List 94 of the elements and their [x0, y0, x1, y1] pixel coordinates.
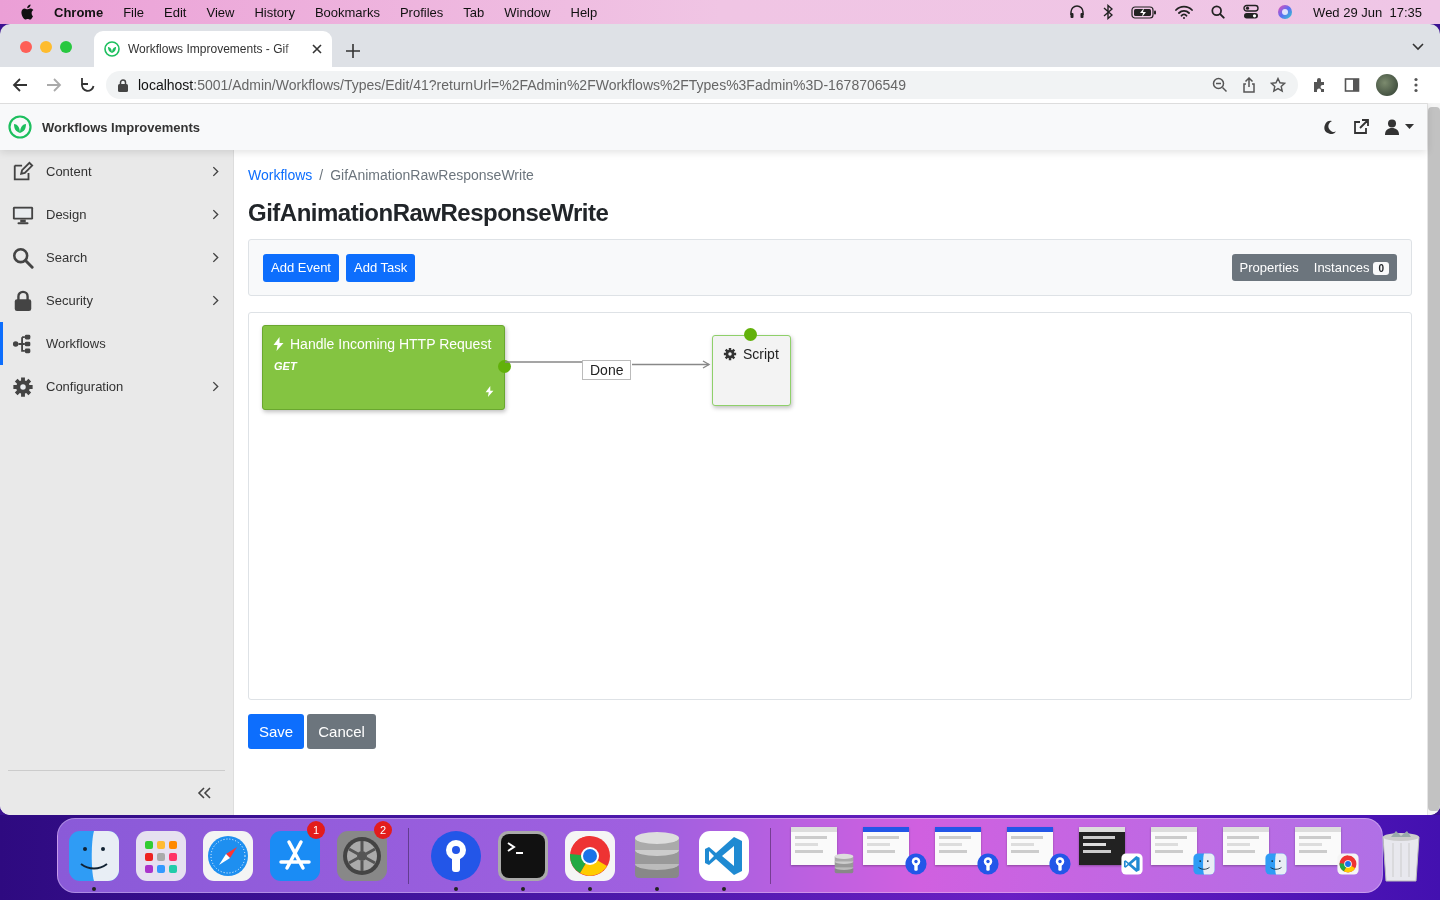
sidebar-item[interactable]: Configuration	[0, 365, 233, 408]
back-arrow-icon[interactable]	[12, 77, 28, 93]
menu-item[interactable]: File	[113, 4, 155, 20]
sidebar-item[interactable]: Content	[0, 150, 233, 193]
notification-badge: 1	[307, 821, 325, 839]
star-icon[interactable]	[1270, 77, 1286, 93]
toggles-icon[interactable]	[1243, 4, 1260, 20]
database-app-icon	[833, 852, 855, 875]
headphones-icon[interactable]	[1069, 4, 1086, 20]
vscode-app-icon	[1121, 852, 1143, 875]
edit-icon	[12, 160, 34, 183]
sidebar-item[interactable]: Design	[0, 193, 233, 236]
finder-app-icon	[1265, 852, 1287, 875]
sidebar-item[interactable]: Workflows	[0, 322, 233, 365]
apple-icon[interactable]	[20, 3, 34, 21]
zoom-out-icon[interactable]	[1212, 77, 1228, 93]
menu-item[interactable]: Help	[560, 4, 608, 20]
lightning-icon	[485, 386, 494, 397]
vscode-app-icon[interactable]	[697, 829, 750, 882]
avatar[interactable]	[1376, 74, 1398, 96]
terminal-app-icon[interactable]	[496, 829, 549, 882]
safari-app-icon[interactable]	[201, 829, 254, 882]
lightning-icon	[273, 337, 284, 351]
chevron-right-icon	[212, 295, 219, 306]
menu-item[interactable]: Edit	[154, 4, 197, 20]
instances-button[interactable]: Instances 0	[1313, 260, 1389, 275]
finder-app-icon[interactable]	[67, 829, 120, 882]
count-badge: 0	[1373, 262, 1389, 275]
activity-subtitle: GET	[273, 359, 299, 372]
user-dropdown-icon[interactable]	[1385, 119, 1415, 135]
minimized-window[interactable]	[935, 826, 981, 865]
leaf-logo-icon	[104, 41, 120, 57]
siri-icon[interactable]	[1277, 4, 1294, 20]
notification-badge: 2	[374, 821, 392, 839]
lock-icon	[12, 289, 34, 312]
menu-clock: Wed 29 Jun 17:35	[1312, 4, 1422, 20]
lock-icon	[118, 78, 128, 92]
launchpad-app-icon[interactable]	[134, 829, 187, 882]
breadcrumb-current: GifAnimationRawResponseWrite	[330, 167, 534, 183]
browser-tab[interactable]: Workflows Improvements - Gif	[94, 31, 332, 67]
search-icon	[12, 246, 34, 269]
sidebar-item[interactable]: Search	[0, 236, 233, 279]
search-icon[interactable]	[1211, 5, 1226, 19]
add-button[interactable]: Add Task	[346, 253, 416, 282]
breadcrumb-separator: /	[319, 167, 324, 183]
activity-title: Script	[743, 346, 779, 362]
activity-title: Handle Incoming HTTP Request	[290, 336, 492, 352]
battery-icon[interactable]	[1131, 5, 1158, 19]
chevron-right-icon	[212, 381, 219, 392]
task-activity[interactable]: Script	[712, 335, 791, 406]
more-menu-icon[interactable]	[1414, 77, 1418, 93]
trash-icon[interactable]	[1379, 828, 1423, 883]
menu-item[interactable]: View	[196, 4, 245, 20]
menu-item[interactable]: Tab	[453, 4, 495, 20]
sidebar-item[interactable]: Security	[0, 279, 233, 322]
form-button[interactable]: Save	[248, 714, 305, 749]
share-icon[interactable]	[1242, 77, 1256, 93]
moon-icon[interactable]	[1323, 120, 1337, 134]
plus-icon[interactable]	[346, 44, 360, 58]
form-button[interactable]: Cancel	[307, 714, 376, 749]
minimized-window[interactable]	[1007, 826, 1053, 865]
chevron-down-icon[interactable]	[1412, 43, 1424, 51]
menu-item[interactable]: Bookmarks	[304, 4, 390, 20]
reload-icon[interactable]	[80, 77, 96, 93]
chrome-app-icon	[1337, 852, 1359, 875]
chevron-right-icon	[212, 209, 219, 220]
menu-item[interactable]: Window	[494, 4, 561, 20]
menu-item[interactable]: History	[244, 4, 305, 20]
wifi-icon[interactable]	[1175, 5, 1194, 19]
external-link-icon[interactable]	[1353, 119, 1369, 135]
app-menu[interactable]: Chrome	[44, 4, 114, 20]
connection-label: Done	[582, 360, 632, 380]
properties-button[interactable]: Properties	[1239, 260, 1299, 275]
scrollbar[interactable]	[1427, 103, 1440, 815]
breadcrumb-link[interactable]: Workflows	[248, 167, 313, 183]
chevron-right-icon	[212, 166, 219, 177]
side-panel-icon[interactable]	[1344, 77, 1360, 93]
bluetooth-icon[interactable]	[1103, 4, 1114, 20]
collapse-icon[interactable]	[197, 787, 211, 799]
url-text: localhost:5001/Admin/Workflows/Types/Edit/41?returnUrl=%2FAdmin%2FWorkflows%2FTypes%3Fadmin%3D-1678706549	[138, 77, 907, 93]
finder-app-icon	[1193, 852, 1215, 875]
app-brand[interactable]: Workflows Improvements	[42, 119, 200, 135]
minimized-window[interactable]	[1079, 826, 1125, 865]
page-title: GifAnimationRawResponseWrite	[248, 199, 610, 227]
menu-item[interactable]: Profiles	[389, 4, 454, 20]
chevron-right-icon	[212, 252, 219, 263]
add-button[interactable]: Add Event	[263, 253, 339, 282]
gear-icon	[723, 347, 737, 361]
minimized-window[interactable]	[863, 826, 909, 865]
leaf-logo-icon	[8, 115, 32, 139]
gear-icon	[12, 375, 34, 398]
close-icon[interactable]	[312, 44, 322, 54]
address-bar[interactable]: localhost:5001/Admin/Workflows/Types/Edit/41?returnUrl=%2FAdmin%2FWorkflows%2FTypes%3Fadmin%3D-1678706549	[106, 71, 1298, 99]
chrome-app-icon[interactable]	[563, 829, 616, 882]
